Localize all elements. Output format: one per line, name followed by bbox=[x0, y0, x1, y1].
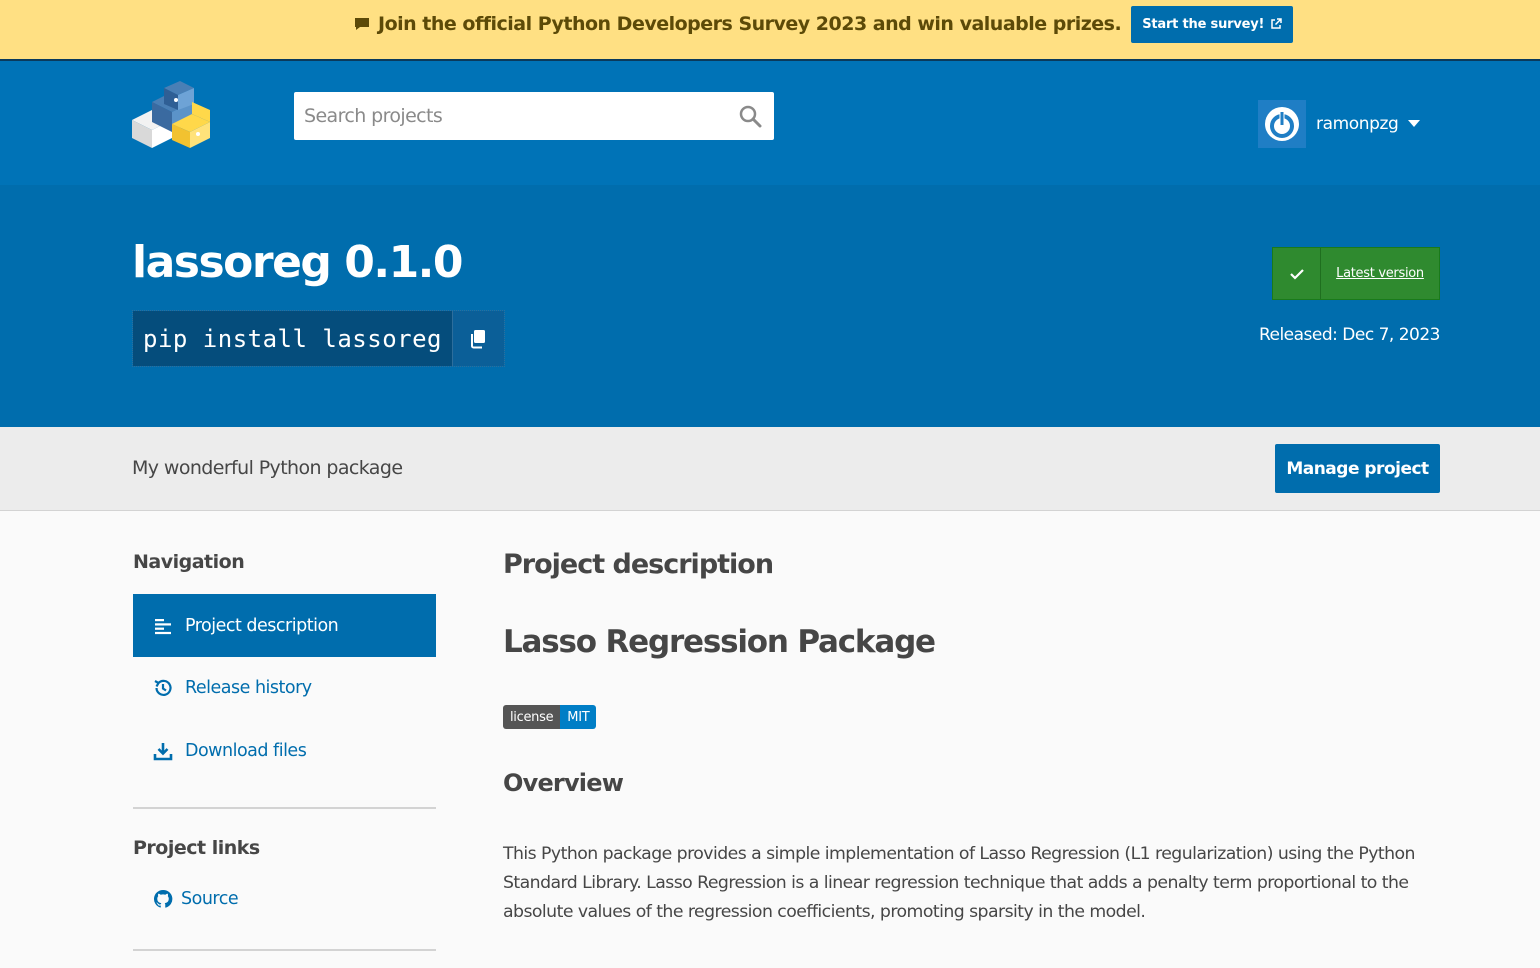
site-header: ramonpzg bbox=[0, 61, 1540, 185]
package-title: lassoreg 0.1.0 bbox=[132, 237, 464, 288]
project-links-heading: Project links bbox=[133, 837, 260, 859]
sidebar-item-label: Download files bbox=[185, 740, 307, 761]
external-link-icon bbox=[1271, 18, 1282, 29]
source-link[interactable]: Source bbox=[153, 889, 239, 909]
sidebar-item-project-description[interactable]: Project description bbox=[133, 594, 436, 657]
overview-heading: Overview bbox=[503, 769, 624, 797]
check-icon bbox=[1289, 268, 1304, 280]
survey-banner-content: Join the official Python Developers Surv… bbox=[354, 5, 1294, 43]
user-menu[interactable]: ramonpzg bbox=[1258, 100, 1421, 148]
latest-version-check bbox=[1273, 248, 1321, 299]
sidebar-item-release-history[interactable]: Release history bbox=[133, 656, 436, 719]
search-icon[interactable] bbox=[738, 104, 762, 128]
start-survey-button[interactable]: Start the survey! bbox=[1131, 5, 1294, 43]
pip-command: pip install lassoreg bbox=[132, 310, 505, 367]
download-icon bbox=[153, 742, 173, 760]
survey-banner-text: Join the official Python Developers Surv… bbox=[378, 13, 1122, 35]
chevron-down-icon bbox=[1408, 120, 1421, 127]
package-summary: My wonderful Python package bbox=[132, 457, 403, 479]
sidebar-item-label: Project description bbox=[185, 615, 339, 636]
latest-version-link[interactable]: Latest version bbox=[1321, 248, 1439, 299]
comment-icon bbox=[355, 18, 369, 30]
license-badge-value: MIT bbox=[560, 705, 597, 729]
search-box bbox=[294, 92, 774, 140]
username: ramonpzg bbox=[1316, 114, 1399, 134]
survey-banner: Join the official Python Developers Surv… bbox=[0, 0, 1540, 61]
source-link-label: Source bbox=[181, 889, 239, 909]
user-avatar-icon bbox=[1265, 107, 1299, 141]
github-icon bbox=[153, 889, 173, 908]
sidebar-item-download-files[interactable]: Download files bbox=[133, 719, 436, 782]
history-icon bbox=[154, 679, 172, 696]
readme-title: Lasso Regression Package bbox=[503, 624, 936, 660]
release-date: Released: Dec 7, 2023 bbox=[1258, 325, 1441, 345]
package-summary-bar: My wonderful Python package Manage proje… bbox=[0, 427, 1540, 511]
pip-command-text[interactable]: pip install lassoreg bbox=[133, 311, 452, 366]
package-hero: lassoreg 0.1.0 pip install lassoreg Late… bbox=[0, 185, 1540, 427]
latest-version-badge[interactable]: Latest version bbox=[1272, 247, 1440, 300]
pypi-logo[interactable] bbox=[130, 80, 212, 150]
align-left-icon bbox=[155, 618, 171, 634]
manage-project-button[interactable]: Manage project bbox=[1275, 444, 1440, 493]
description-heading: Project description bbox=[503, 549, 774, 580]
sidebar-item-label: Release history bbox=[185, 677, 312, 698]
sidebar-divider bbox=[133, 949, 436, 951]
search-input[interactable] bbox=[304, 93, 724, 139]
avatar bbox=[1258, 100, 1306, 148]
copy-button[interactable] bbox=[451, 311, 504, 366]
navigation-heading: Navigation bbox=[133, 551, 245, 573]
start-survey-label: Start the survey! bbox=[1142, 16, 1265, 32]
copy-icon bbox=[471, 329, 486, 348]
sidebar-divider bbox=[133, 807, 436, 809]
license-badge-label: license bbox=[503, 705, 561, 729]
license-badge[interactable]: license MIT bbox=[503, 705, 597, 729]
overview-paragraph: This Python package provides a simple im… bbox=[503, 844, 1416, 922]
